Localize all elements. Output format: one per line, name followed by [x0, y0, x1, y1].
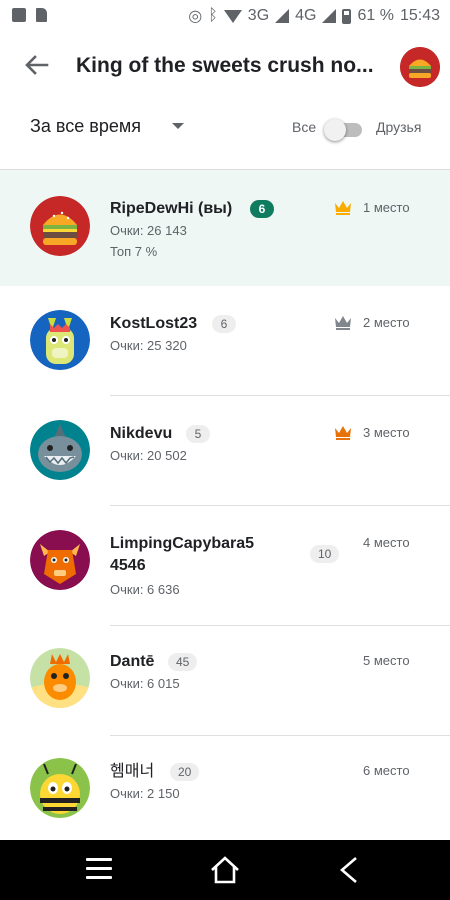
image-icon: [12, 8, 26, 22]
dino-avatar-icon: [30, 648, 90, 708]
clock: 15:43: [399, 7, 440, 24]
wifi-icon: [223, 9, 242, 23]
bluetooth-icon: ᛒ: [208, 7, 218, 24]
battery-percent: 61 %: [357, 7, 394, 24]
all-label: Все: [292, 119, 317, 135]
leaderboard-row-self[interactable]: RipeDewHi (вы) 6 Очки: 26 143 Топ 7 % 1 …: [0, 170, 450, 286]
signal-icon: [322, 9, 337, 23]
level-badge: 45: [168, 653, 198, 671]
player-name: LimpingCapybara5 4546: [110, 533, 254, 577]
leaderboard-row[interactable]: KostLost23 6 Очки: 25 320 2 место: [0, 286, 450, 396]
rank-place: 6 место: [363, 763, 410, 778]
leaderboard-row[interactable]: LimpingCapybara5 4546 10 Очки: 6 636 4 м…: [0, 506, 450, 626]
filter-bar: За все время Все Друзья: [0, 100, 450, 170]
rank-place: 2 место: [363, 315, 410, 330]
rank-place: 5 место: [363, 653, 410, 668]
home-icon[interactable]: [208, 854, 242, 886]
player-name: Nikdevu: [110, 425, 173, 442]
player-name: KostLost23: [110, 315, 198, 332]
dragon-avatar-icon: [30, 530, 90, 590]
player-name-line-1: LimpingCapybara5: [110, 535, 255, 552]
llama-avatar-icon: [30, 310, 90, 370]
avatar: [30, 310, 90, 370]
file-icon: [36, 8, 47, 22]
leaderboard-row[interactable]: Dantē 45 Очки: 6 015 5 место: [0, 626, 450, 736]
player-score: Очки: 2 150: [110, 786, 180, 801]
player-score: Очки: 26 143: [110, 223, 187, 238]
signal-icon: [275, 9, 290, 23]
player-name: Dantē: [110, 653, 155, 670]
player-score: Очки: 20 502: [110, 448, 187, 463]
dropdown-caret-icon[interactable]: [172, 123, 184, 129]
status-bar: ◎ ᛒ 3G 4G 61 % 15:43: [0, 0, 450, 32]
player-name: RipeDewHi (вы): [110, 200, 233, 217]
level-badge: 6: [212, 315, 236, 333]
top-percent: Топ 7 %: [110, 244, 158, 259]
gold-crown-icon: [335, 201, 351, 215]
player-name-line-2: 4546: [110, 557, 146, 574]
status-left-icons: [12, 8, 47, 22]
burger-icon: [400, 47, 440, 87]
rank-place: 4 место: [363, 535, 410, 550]
player-score: Очки: 6 636: [110, 582, 180, 597]
player-score: Очки: 25 320: [110, 338, 187, 353]
silver-crown-icon: [335, 316, 351, 330]
level-badge: 20: [170, 763, 200, 781]
rank-place: 1 место: [363, 200, 410, 215]
back-icon[interactable]: [334, 854, 364, 886]
avatar: [30, 420, 90, 480]
menu-icon[interactable]: [86, 858, 112, 880]
game-icon[interactable]: [400, 47, 440, 87]
time-period-dropdown[interactable]: За все время: [30, 116, 141, 137]
player-name: 헴매너: [110, 763, 155, 780]
avatar: [30, 530, 90, 590]
level-badge: 6: [250, 200, 274, 218]
burger-avatar-icon: [30, 196, 90, 256]
avatar: [30, 758, 90, 818]
data-saver-icon: ◎: [188, 8, 203, 25]
avatar: [30, 648, 90, 708]
leaderboard-row[interactable]: Nikdevu 5 Очки: 20 502 3 место: [0, 396, 450, 506]
friends-label: Друзья: [376, 119, 422, 135]
network-4g-label: 4G: [295, 7, 317, 24]
bronze-crown-icon: [335, 426, 351, 440]
toggle-knob: [324, 119, 346, 141]
leaderboard-row[interactable]: 헴매너 20 Очки: 2 150 6 место: [0, 736, 450, 840]
app-bar: King of the sweets crush no...: [0, 32, 450, 100]
level-badge: 5: [186, 425, 210, 443]
page-title: King of the sweets crush no...: [76, 54, 374, 77]
bee-avatar-icon: [30, 758, 90, 818]
shark-avatar-icon: [30, 420, 90, 480]
network-3g-label: 3G: [247, 7, 270, 24]
level-badge: 10: [310, 545, 340, 563]
friends-toggle[interactable]: [324, 118, 364, 141]
rank-place: 3 место: [363, 425, 410, 440]
player-score: Очки: 6 015: [110, 676, 180, 691]
status-right: ◎ ᛒ 3G 4G 61 % 15:43: [188, 6, 440, 26]
avatar: [30, 196, 90, 256]
back-arrow-icon: [25, 55, 49, 75]
back-arrow-icon[interactable]: [20, 48, 54, 82]
system-navigation-bar: [0, 840, 450, 900]
battery-icon: [342, 8, 352, 24]
